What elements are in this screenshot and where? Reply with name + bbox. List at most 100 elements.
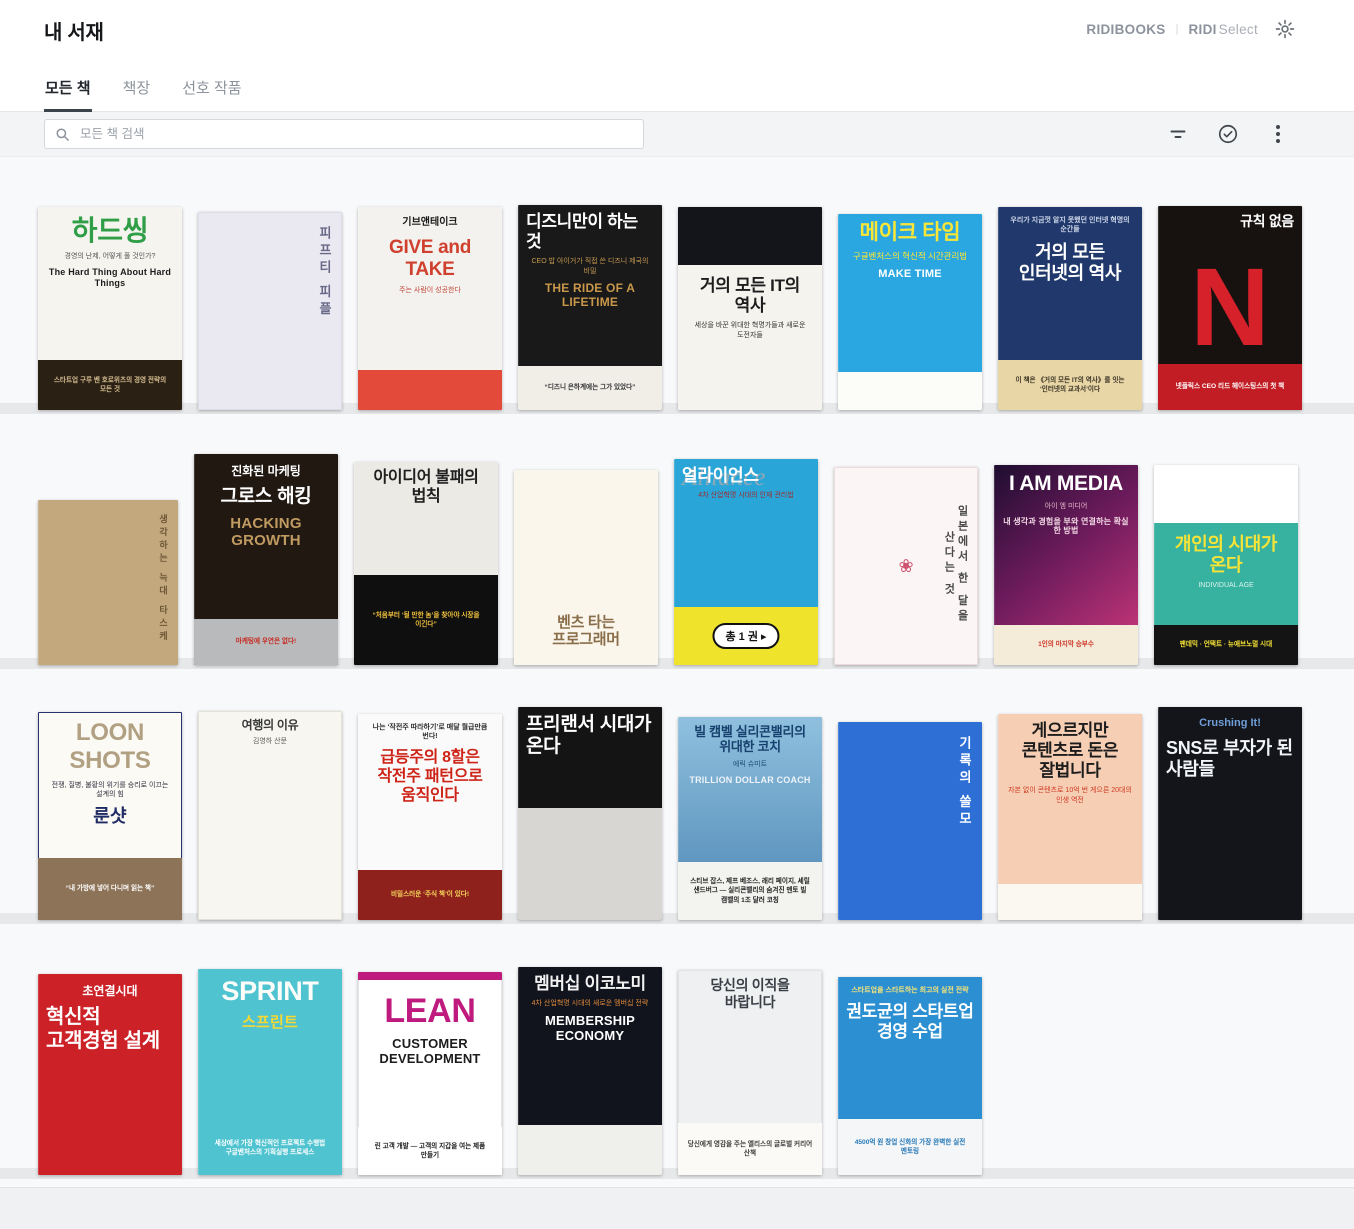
book-cover[interactable]: LEAN CUSTOMER DEVELOPMENT 린 고객 개발 — 고객의 지갑… xyxy=(358,972,502,1175)
book-title: 하드씽 xyxy=(71,215,149,246)
book-title: 얼라이언스 xyxy=(682,466,759,485)
book-cover[interactable]: 게으르지만 콘텐츠로 돈은 잘법니다자본 없이 콘텐츠로 10억 번 게으른 2… xyxy=(998,714,1142,920)
check-circle-icon[interactable] xyxy=(1216,122,1240,146)
book-title: 일본에서 한 달을 산다는 것 xyxy=(942,505,968,625)
book-cover[interactable]: 프리랜서 시대가 온다 xyxy=(518,707,662,920)
book-cover[interactable]: 여행의 이유김영하 산문 xyxy=(198,711,342,920)
book-subtitle: 4차 산업혁명 시대의 새로운 멤버십 전략 xyxy=(531,1000,649,1008)
book-bottom-band: 당신에게 영감을 주는 엘리스의 글로벌 커리어 산책 xyxy=(678,1123,822,1175)
book-title: 거의 모든 인터넷의 역사 xyxy=(1018,241,1122,284)
search-icon xyxy=(55,127,70,142)
book-subtitle: 자본 없이 콘텐츠로 10억 번 게으른 20대의 인생 역전 xyxy=(1008,787,1132,804)
book-cover[interactable]: Alliance 얼라이언스 4차 산업혁명 시대의 인재 관리법 총 1 권 ▸ xyxy=(674,459,818,665)
book-cover[interactable]: 우리가 지금껏 알지 못했던 인터넷 혁명의 순간들 거의 모든 인터넷의 역사 이… xyxy=(998,207,1142,410)
bookshelf-row-1: 하드씽 경영의 난제, 어떻게 풀 것인가? The Hard Thing Abou… xyxy=(0,167,1354,422)
book-tagline: 우리가 지금껏 알지 못했던 인터넷 혁명의 순간들 xyxy=(1010,217,1130,234)
book-cover[interactable]: 진화된 마케팅그로스 해킹 HACKING GROWTH 마케팅에 우연은 없다! xyxy=(194,454,338,665)
book-cover[interactable]: SPRINT 스프린트 세상에서 가장 혁신적인 프로젝트 수행법 구글벤처스의 기… xyxy=(198,969,342,1175)
gear-icon[interactable] xyxy=(1274,18,1296,40)
book-cover[interactable]: 거의 모든 IT의 역사 세상을 바꾼 위대한 혁명가들과 새로운 도전자들 xyxy=(678,207,822,410)
book-title-secondary: HACKING GROWTH xyxy=(230,514,302,549)
book-cover[interactable]: 생각하는 늑대 타스케 xyxy=(38,500,178,665)
book-cover[interactable]: N 규칙 없음 넷플릭스 CEO 리드 헤이스팅스의 첫 책 xyxy=(1158,206,1302,410)
book-subtitle: CEO 밥 아이거가 직접 쓴 디즈니 제국의 비밀 xyxy=(531,258,649,275)
book-title: 게으르지만 콘텐츠로 돈은 잘법니다 xyxy=(1021,721,1119,781)
filter-lines-icon[interactable] xyxy=(1166,122,1190,146)
book-title: 멤버십 이코노미 xyxy=(534,974,646,993)
brand-links: RIDIBOOKS | RIDI Select xyxy=(1086,18,1296,40)
book-cover[interactable]: 초연결시대혁신적 고객경험 설계 xyxy=(38,974,182,1175)
book-cover[interactable]: 메이크 타임 구글벤처스의 혁신적 시간관리법 MAKE TIME xyxy=(838,214,982,410)
kebab-menu-icon[interactable] xyxy=(1266,122,1290,146)
book-title: 기록의 쓸모 xyxy=(957,736,972,829)
book-bottom-band: 팬데믹 · 언택트 · 뉴애브노멀 시대 xyxy=(1154,625,1298,665)
book-title: 혁신적 고객경험 설계 xyxy=(46,1006,160,1052)
book-cover[interactable]: 스타트업을 스타트하는 최고의 실전 전략 권도균의 스타트업 경영 수업 4500… xyxy=(838,977,982,1175)
book-cover[interactable]: Crushing It! SNS로 부자가 된 사람들 xyxy=(1158,707,1302,920)
book-subtitle: INDIVIDUAL AGE xyxy=(1198,582,1254,590)
book-cover[interactable]: 빌 캠벨 실리콘밸리의 위대한 코치 에릭 슈미트 TRILLION DOLLAR … xyxy=(678,717,822,920)
book-cover[interactable]: 나는 ‘작전주 따라하기’로 매달 월급만큼 번다! 급등주의 8할은 작전주 패… xyxy=(358,714,502,920)
tab-bookshelf[interactable]: 책장 xyxy=(122,69,152,111)
search-input[interactable] xyxy=(78,126,633,142)
book-title: 빌 캠벨 실리콘밸리의 위대한 코치 xyxy=(694,724,806,755)
bookshelf-row-3: LOON SHOTS 전쟁, 질병, 불황의 위기를 승리로 이끄는 설계의 힘룬… xyxy=(0,677,1354,932)
book-cover[interactable]: 기브앤테이크 GIVE and TAKE 주는 사람이 성공한다 xyxy=(358,207,502,410)
ridiselect-light: Select xyxy=(1218,21,1258,37)
book-title: 디즈니만이 하는 것 xyxy=(526,212,638,252)
bookshelf-row-2: 생각하는 늑대 타스케 진화된 마케팅그로스 해킹 HACKING GROWTH 마케… xyxy=(0,422,1354,677)
book-bottom-band xyxy=(998,884,1142,920)
book-title: 거의 모든 IT의 역사 xyxy=(699,276,801,316)
tab-all-books[interactable]: 모든 책 xyxy=(44,69,92,112)
book-subtitle: 경영의 난제, 어떻게 풀 것인가? xyxy=(64,253,156,261)
book-bottom-band: 세상에서 가장 혁신적인 프로젝트 수행법 구글벤처스의 기획실행 프로세스 xyxy=(214,1139,326,1156)
tab-favorites[interactable]: 선호 작품 xyxy=(181,69,242,111)
ridiselect-link[interactable]: RIDI Select xyxy=(1188,22,1258,37)
book-title: GIVE and TAKE xyxy=(388,236,472,280)
book-tagline: 진화된 마케팅 xyxy=(231,464,301,478)
book-title: I AM MEDIA xyxy=(1008,472,1124,495)
book-title-secondary: 내 생각과 경험을 부와 연결하는 확실한 방법 xyxy=(1003,517,1129,536)
ridiselect-bold: RIDI xyxy=(1188,21,1217,37)
book-title: 권도균의 스타트업 경영 수업 xyxy=(846,1002,974,1042)
book-title-secondary: 룬샷 xyxy=(93,805,127,826)
book-cover[interactable]: 피프티 피플 xyxy=(198,212,342,410)
toolbar-actions xyxy=(1166,122,1290,146)
book-title: 메이크 타임 xyxy=(859,221,961,244)
book-tagline: 나는 ‘작전주 따라하기’로 매달 월급만큼 번다! xyxy=(372,724,488,741)
book-title: 여행의 이유 xyxy=(241,718,299,732)
book-tagline: Crushing It! xyxy=(1199,717,1261,729)
search-box[interactable] xyxy=(44,119,644,149)
book-title: 개인의 시대가 온다 xyxy=(1174,534,1278,576)
book-title: 그로스 해킹 xyxy=(220,486,312,508)
book-cover[interactable]: ❀ 일본에서 한 달을 산다는 것 xyxy=(834,467,978,665)
book-cover[interactable]: 개인의 시대가 온다 INDIVIDUAL AGE 팬데믹 · 언택트 · 뉴애브노… xyxy=(1154,465,1298,665)
book-bottom-band xyxy=(518,1125,662,1175)
book-tagline: 초연결시대 xyxy=(82,984,138,998)
book-title: LOON SHOTS xyxy=(69,719,151,775)
book-subtitle: 아이 엠 미디어 xyxy=(1044,502,1088,510)
book-title: 아이디어 불패의 법칙 xyxy=(373,469,479,505)
book-cover[interactable]: LOON SHOTS 전쟁, 질병, 불황의 위기를 승리로 이끄는 설계의 힘룬… xyxy=(38,712,182,920)
ridibooks-link[interactable]: RIDIBOOKS xyxy=(1086,22,1165,37)
series-count-badge: 총 1 권 ▸ xyxy=(712,623,780,649)
bookshelf-row-4: 초연결시대 혁신적 고객경험 설계 SPRINT 스프린트 세상에서 가장 혁신적인 프… xyxy=(0,932,1354,1187)
book-cover[interactable]: I AM MEDIA 아이 엠 미디어내 생각과 경험을 부와 연결하는 확실한 … xyxy=(994,465,1138,665)
book-bottom-band xyxy=(518,808,662,920)
book-cover[interactable]: 디즈니만이 하는 것 CEO 밥 아이거가 직접 쓴 디즈니 제국의 비밀 THE … xyxy=(518,205,662,410)
book-cover[interactable]: 멤버십 이코노미 4차 산업혁명 시대의 새로운 멤버십 전략 MEMBERSHIP… xyxy=(518,967,662,1175)
book-cover[interactable]: 벤츠 타는 프로그래머 xyxy=(514,470,658,665)
book-cover[interactable]: 아이디어 불패의 법칙 “처음부터 ‘될 만한 놈’을 찾아야 시장을 이긴다” xyxy=(354,462,498,665)
book-cover[interactable]: 하드씽 경영의 난제, 어떻게 풀 것인가? The Hard Thing Abou… xyxy=(38,207,182,410)
book-title-secondary: MAKE TIME xyxy=(878,268,942,281)
book-bottom-band: 비밀스러운 ‘주식 책’이 있다! xyxy=(358,870,502,920)
book-cover[interactable]: 기록의 쓸모 xyxy=(838,722,982,920)
book-bottom-band xyxy=(838,372,982,410)
book-cover[interactable]: 당신의 이직을 바랍니다당신에게 영감을 주는 엘리스의 글로벌 커리어 산책 xyxy=(678,970,822,1175)
book-bottom-band: “디즈니 은하계에는 그가 있었다” xyxy=(518,366,662,410)
book-subtitle: 김영하 산문 xyxy=(252,738,288,746)
book-title: 프리랜서 시대가 온다 xyxy=(526,714,652,758)
book-title-secondary: CUSTOMER DEVELOPMENT xyxy=(379,1036,481,1067)
book-title: 당신의 이직을 바랍니다 xyxy=(710,977,790,1010)
book-bottom-band: 마케팅에 우연은 없다! xyxy=(194,619,338,665)
